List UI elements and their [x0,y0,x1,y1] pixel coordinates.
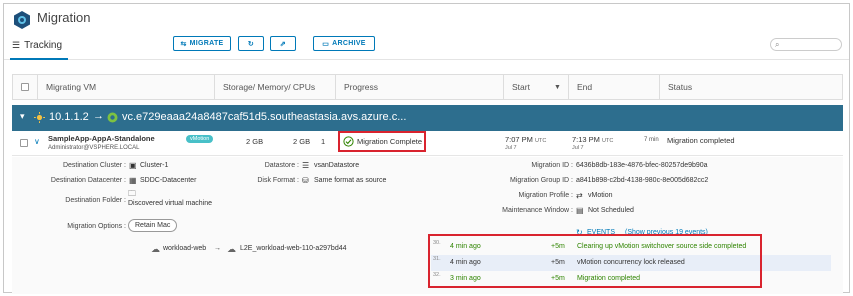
tab-bar: ☰ Tracking [4,36,849,60]
disk-format-label: Disk Format : [257,177,299,184]
dest-dc-label: Destination Datacenter : [50,177,126,184]
row-status: Migration completed [667,136,735,145]
select-all-checkbox[interactable] [21,83,29,91]
collapse-chevron-icon[interactable]: ▾ [20,111,25,122]
migrate-icon: ⇆ [180,40,187,48]
maintenance: Not Scheduled [588,207,634,214]
sun-icon [34,112,45,123]
start-date: Jul 7 [505,145,517,151]
start-tz: UTC [535,138,547,144]
disk-format: Same format as source [314,177,387,184]
dest-dc: SDDC-Datacenter [140,177,197,184]
archive-button[interactable]: ▭ ARCHIVE [313,36,375,51]
source-site: 10.1.1.2 [49,111,89,123]
column-progress[interactable]: Progress [335,75,503,99]
column-storage[interactable]: Storage/ Memory/ CPUs [214,75,336,99]
maintenance-label: Maintenance Window : [502,207,573,214]
migration-row[interactable]: ∨ SampleApp-AppA-Standalone vMotion Admi… [12,131,843,156]
grid-header: Migrating VM Storage/ Memory/ CPUs Progr… [12,74,843,100]
arrow-icon: → [93,110,104,122]
datastore-icon: ☰ [302,161,310,170]
storage-value: 2 GB [246,137,264,146]
group-id: a841b898-c2bd-4138-980c-8e005d682cc2 [576,177,709,184]
vmotion-badge: vMotion [186,135,214,143]
list-icon: ☰ [12,40,21,50]
migration-id: 6436b8db-183e-4876-bfec-80257de9b90a [576,162,708,169]
column-end[interactable]: End [568,75,660,99]
start-time-value: 7:07 PM [505,135,533,144]
column-vm[interactable]: Migrating VM [37,75,215,99]
sort-down-icon[interactable]: ▼ [554,76,561,100]
end-date: Jul 7 [572,145,584,151]
page-header: Migration [4,4,849,36]
expand-chevron-icon[interactable]: ∨ [34,137,40,146]
search-icon: ⌕ [775,40,780,49]
network-target-cloud-icon: ☁ [227,244,236,254]
end-time: 7:13 PM UTC [572,135,613,144]
duration: 7 min [644,137,659,143]
profile: vMotion [588,192,613,199]
column-start[interactable]: Start ▼ [503,75,569,99]
dest-folder: Discovered virtual machine [128,200,213,207]
tab-tracking[interactable]: ☰ Tracking [12,40,62,51]
vmotion-icon: ⇄ [576,191,583,200]
site-pair-group-row[interactable]: ▾ 10.1.1.2 → vc.e729eaaa24a8487caf51d5.s… [12,105,843,131]
migrate-label: MIGRATE [189,40,224,47]
hcx-logo-icon [14,11,30,29]
search-input[interactable]: ⌕ [770,38,842,51]
page-title: Migration [37,10,91,25]
column-status[interactable]: Status [659,75,843,99]
datastore: vsanDatastore [314,162,360,169]
migration-panel: Migration ☰ Tracking ⇆ MIGRATE ↻ ⇗ ▭ ARC… [3,3,850,294]
cloud-site-icon [107,112,118,123]
dest-cluster: Cluster-1 [140,162,169,169]
network-target: L2E_workload-web-110-a297bd44 [240,245,347,252]
network-arrow: → [214,245,221,252]
profile-label: Migration Profile : [518,192,573,199]
archive-label: ARCHIVE [332,40,366,47]
progress-status: Migration Complete [357,137,423,146]
end-time-value: 7:13 PM [572,135,600,144]
events-highlight [428,234,762,288]
migration-id-label: Migration ID : [531,162,573,169]
target-site: vc.e729eaaa24a8487caf51d5.southeastasia.… [122,111,407,123]
cluster-icon: ▣ [129,161,137,170]
group-id-label: Migration Group ID : [509,177,573,184]
tab-tracking-label: Tracking [24,40,63,51]
vm-name: SampleApp-AppA-Standalone [48,134,155,143]
disk-icon: ⛁ [302,176,309,185]
network-source: workload-web [163,245,207,252]
dest-cluster-label: Destination Cluster : [62,162,126,169]
external-link-icon: ⇗ [279,40,287,48]
calendar-icon: ▤ [576,206,584,215]
network-cloud-icon: ☁ [151,244,160,254]
column-end-label: End [577,82,593,92]
memory-value: 2 GB [293,137,311,146]
start-time: 7:07 PM UTC [505,135,546,144]
column-vm-label: Migrating VM [46,82,97,92]
column-progress-label: Progress [344,82,379,92]
column-storage-label: Storage/ Memory/ CPUs [223,82,316,92]
open-external-button[interactable]: ⇗ [270,36,296,51]
options-label: Migration Options : [67,223,126,230]
column-start-label: Start [512,82,530,92]
datastore-label: Datastore : [264,162,299,169]
cpu-value: 1 [321,137,326,146]
archive-icon: ▭ [322,40,330,48]
migrate-button[interactable]: ⇆ MIGRATE [173,36,231,51]
row-checkbox[interactable] [20,139,28,147]
refresh-icon: ↻ [247,40,255,48]
check-circle-icon [343,136,354,147]
column-status-label: Status [668,82,693,92]
retain-mac-chip: Retain Mac [128,219,178,232]
end-tz: UTC [602,138,614,144]
dest-folder-label: Destination Folder : [65,197,126,204]
tab-active-indicator [10,58,68,60]
datacenter-icon: ▦ [129,176,137,185]
refresh-button[interactable]: ↻ [238,36,264,51]
vm-owner: Administrator@VSPHERE.LOCAL [48,145,140,151]
